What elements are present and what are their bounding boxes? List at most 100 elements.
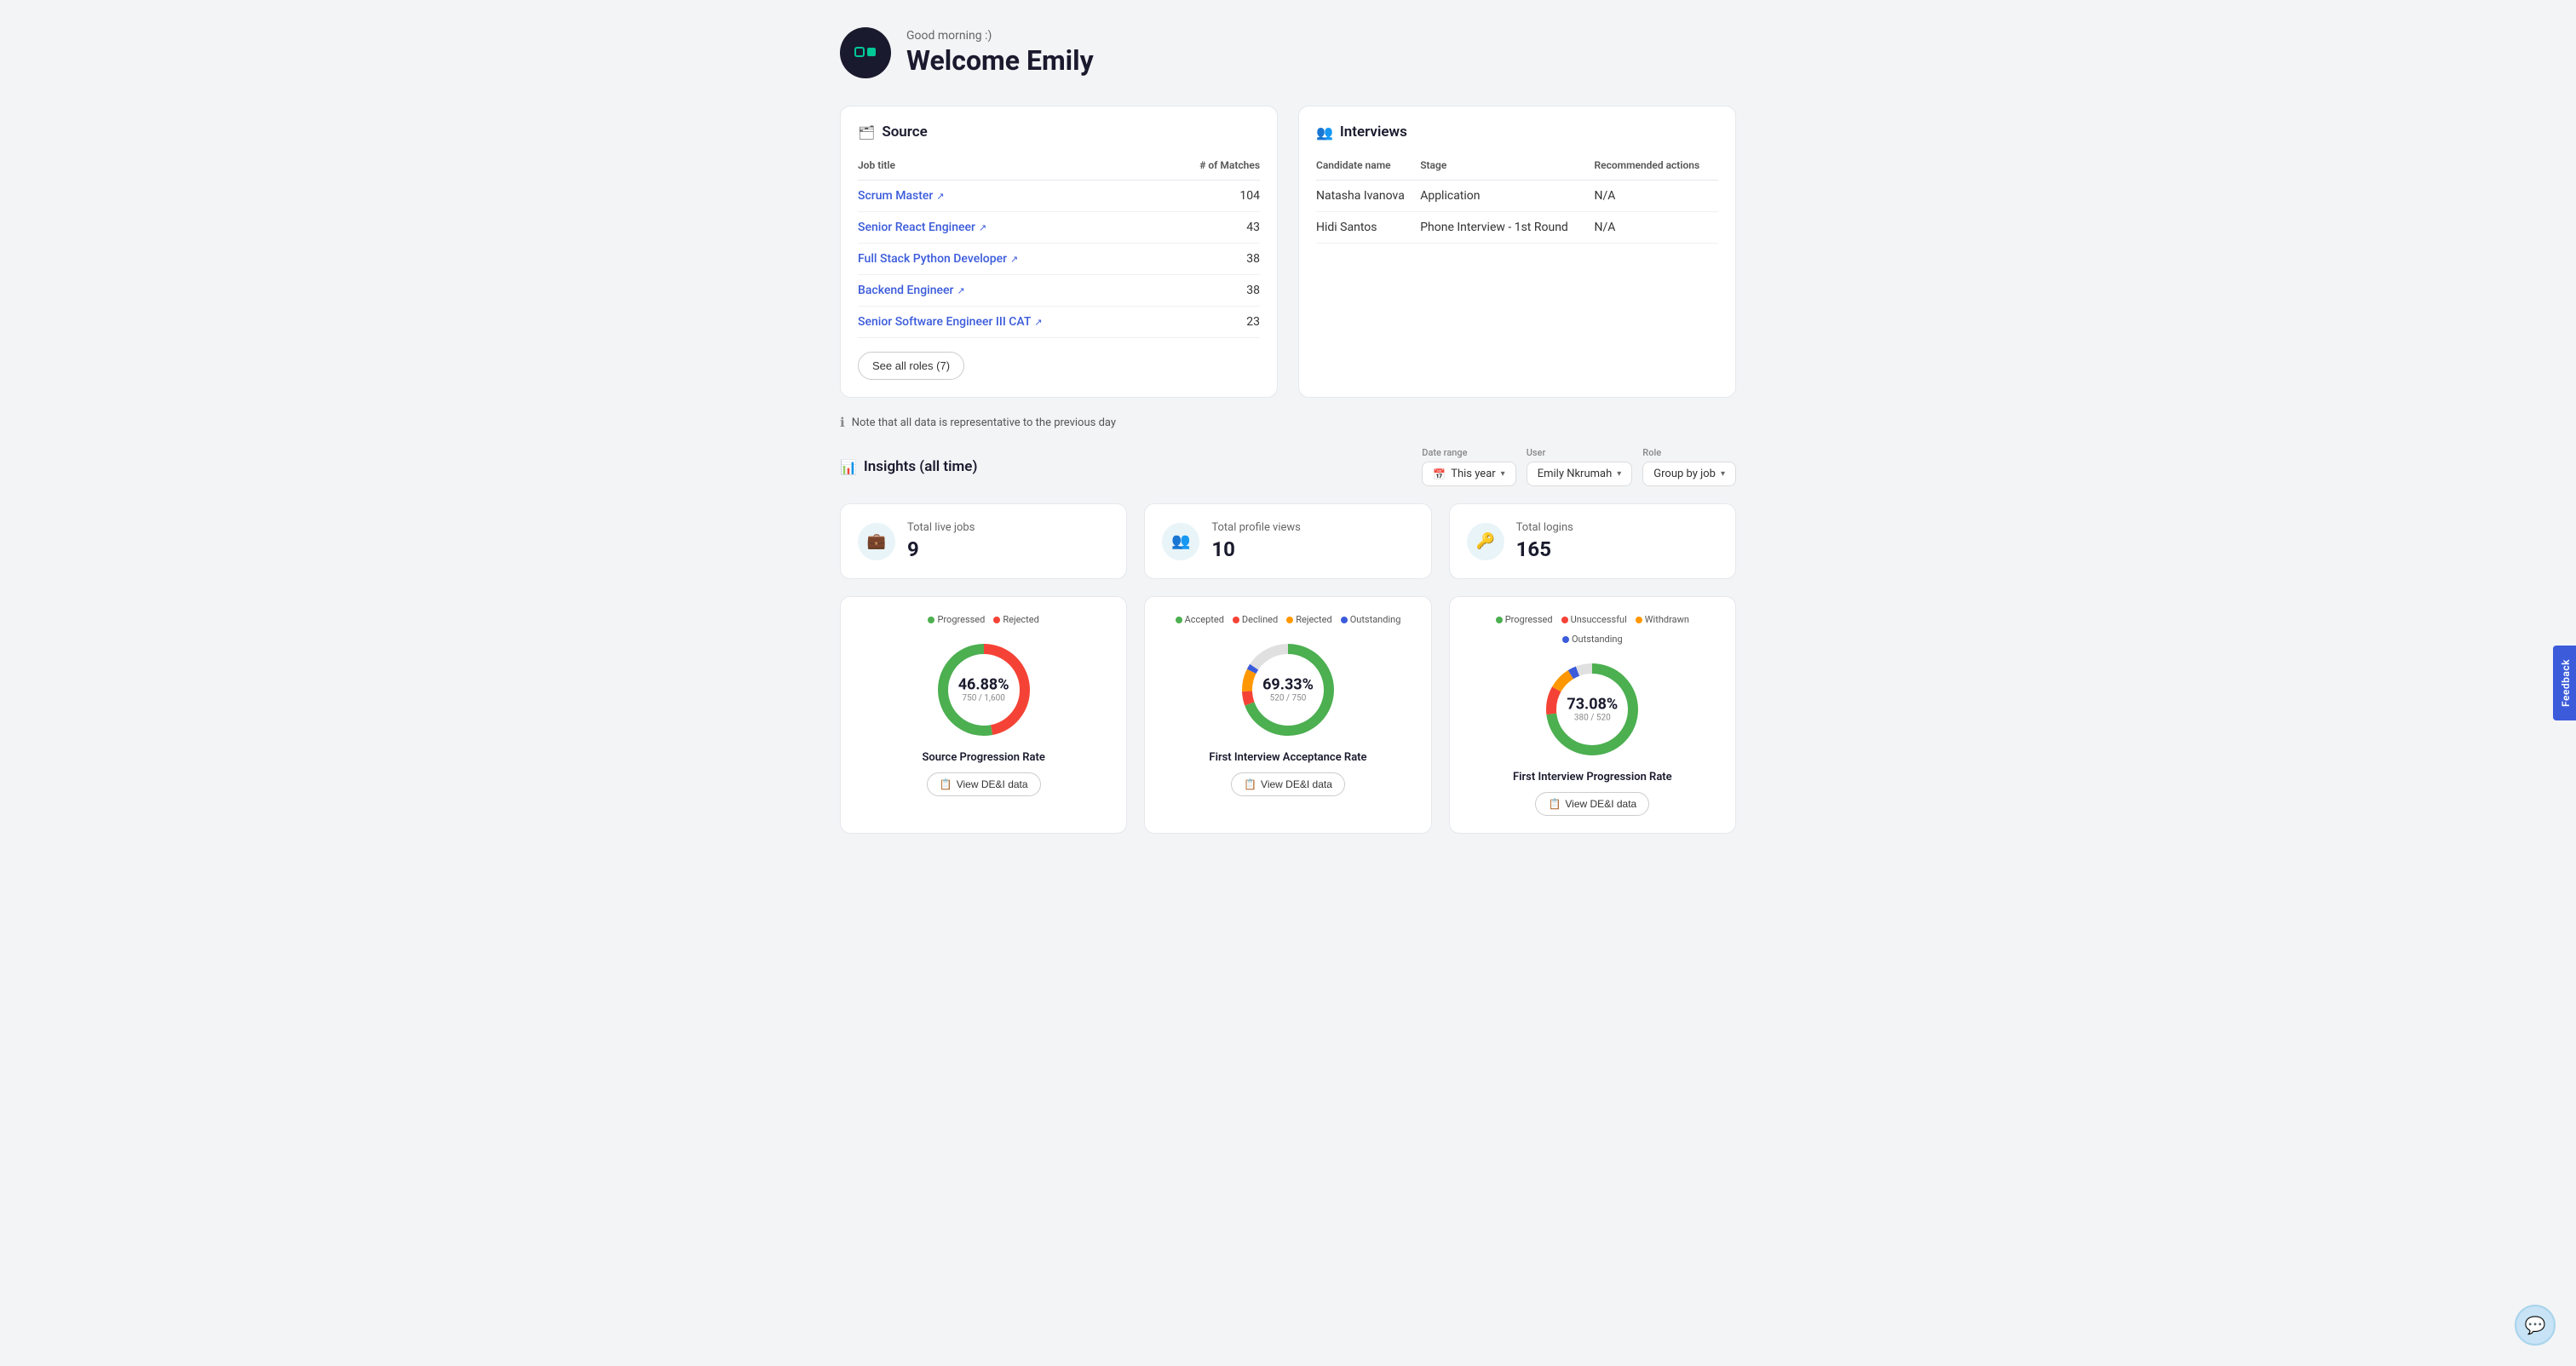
legend-item: Declined bbox=[1233, 614, 1278, 625]
user-select[interactable]: Emily Nkrumah ▾ bbox=[1527, 462, 1633, 486]
legend-item: Rejected bbox=[993, 614, 1038, 625]
legend-label: Accepted bbox=[1185, 614, 1224, 625]
stats-row: 💼 Total live jobs 9 👥 Total profile view… bbox=[840, 503, 1736, 579]
job-title-link[interactable]: Scrum Master ↗ bbox=[858, 189, 945, 203]
donut-center: 73.08% 380 / 520 bbox=[1567, 697, 1618, 723]
chart-legend: Accepted Declined Rejected Outstanding bbox=[1176, 614, 1401, 625]
table-icon: 📋 bbox=[940, 778, 952, 790]
role-value: Group by job bbox=[1653, 468, 1716, 480]
source-title: Source bbox=[882, 123, 927, 141]
int-col-action: Recommended actions bbox=[1595, 154, 1718, 181]
chat-icon: 💬 bbox=[2525, 1315, 2546, 1335]
external-link-icon: ↗ bbox=[936, 191, 944, 202]
stat-label: Total profile views bbox=[1211, 521, 1301, 534]
feedback-tab[interactable]: Feedback bbox=[2553, 646, 2576, 720]
legend-item: Rejected bbox=[1286, 614, 1331, 625]
header-text: Good morning :) Welcome Emily bbox=[906, 29, 1094, 77]
chart-title: First Interview Progression Rate bbox=[1513, 771, 1672, 783]
date-range-value: This year bbox=[1451, 468, 1495, 480]
insights-icon: 📊 bbox=[840, 459, 857, 475]
stat-value: 165 bbox=[1516, 537, 1573, 561]
legend-dot bbox=[1286, 617, 1293, 623]
external-link-icon: ↗ bbox=[1010, 254, 1018, 265]
legend-dot bbox=[928, 617, 934, 623]
interviews-icon: 👥 bbox=[1316, 124, 1333, 141]
legend-dot bbox=[1561, 617, 1568, 623]
candidate-name-cell: Hidi Santos bbox=[1316, 212, 1420, 244]
see-all-roles-button[interactable]: See all roles (7) bbox=[858, 352, 964, 380]
date-range-filter: Date range 📅 This year ▾ bbox=[1422, 447, 1515, 486]
donut-percentage: 73.08% bbox=[1567, 697, 1618, 714]
user-label: User bbox=[1527, 447, 1633, 458]
job-title-link[interactable]: Senior Software Engineer III CAT ↗ bbox=[858, 315, 1043, 329]
int-col-name: Candidate name bbox=[1316, 154, 1420, 181]
view-dei-data-button[interactable]: 📋 View DE&I data bbox=[1231, 772, 1345, 796]
legend-item: Unsuccessful bbox=[1561, 614, 1627, 625]
job-title-cell[interactable]: Senior React Engineer ↗ bbox=[858, 212, 1161, 244]
legend-label: Unsuccessful bbox=[1571, 614, 1627, 625]
source-col-job: Job title bbox=[858, 154, 1161, 181]
donut-chart: 73.08% 380 / 520 bbox=[1541, 658, 1643, 760]
job-title-link[interactable]: Senior React Engineer ↗ bbox=[858, 221, 986, 234]
table-row: Hidi Santos Phone Interview - 1st Round … bbox=[1316, 212, 1718, 244]
donut-percentage: 69.33% bbox=[1262, 677, 1314, 694]
view-dei-label: View DE&I data bbox=[1565, 798, 1636, 810]
legend-label: Declined bbox=[1242, 614, 1278, 625]
header: Good morning :) Welcome Emily bbox=[840, 27, 1736, 78]
candidate-name-cell: Natasha Ivanova bbox=[1316, 181, 1420, 212]
stat-card: 💼 Total live jobs 9 bbox=[840, 503, 1127, 579]
view-dei-data-button[interactable]: 📋 View DE&I data bbox=[1535, 792, 1649, 816]
table-icon: 📋 bbox=[1548, 798, 1561, 810]
view-dei-data-button[interactable]: 📋 View DE&I data bbox=[927, 772, 1041, 796]
matches-cell: 43 bbox=[1161, 212, 1260, 244]
role-filter: Role Group by job ▾ bbox=[1642, 447, 1736, 486]
job-title-cell[interactable]: Scrum Master ↗ bbox=[858, 181, 1161, 212]
logo bbox=[840, 27, 891, 78]
job-title-cell[interactable]: Senior Software Engineer III CAT ↗ bbox=[858, 307, 1161, 338]
legend-item: Progressed bbox=[928, 614, 985, 625]
donut-sub: 520 / 750 bbox=[1262, 693, 1314, 703]
legend-label: Withdrawn bbox=[1645, 614, 1689, 625]
donut-chart: 46.88% 750 / 1,600 bbox=[933, 639, 1035, 741]
legend-dot bbox=[1176, 617, 1182, 623]
interviews-header: 👥 Interviews bbox=[1316, 123, 1718, 141]
note-bar: ℹ Note that all data is representative t… bbox=[840, 415, 1736, 430]
table-row: Senior React Engineer ↗ 43 bbox=[858, 212, 1260, 244]
interviews-card: 👥 Interviews Candidate name Stage Recomm… bbox=[1298, 106, 1736, 398]
donut-center: 46.88% 750 / 1,600 bbox=[958, 677, 1009, 703]
donut-sub: 380 / 520 bbox=[1567, 713, 1618, 722]
chat-bubble[interactable]: 💬 bbox=[2515, 1305, 2556, 1346]
int-col-stage: Stage bbox=[1420, 154, 1594, 181]
legend-dot bbox=[1233, 617, 1239, 623]
greeting: Good morning :) bbox=[906, 29, 1094, 43]
job-title-link[interactable]: Full Stack Python Developer ↗ bbox=[858, 252, 1018, 266]
role-select[interactable]: Group by job ▾ bbox=[1642, 462, 1736, 486]
legend-item: Progressed bbox=[1496, 614, 1553, 625]
insights-header: 📊 Insights (all time) Date range 📅 This … bbox=[840, 447, 1736, 486]
chart-card: Accepted Declined Rejected Outstanding 6… bbox=[1144, 596, 1431, 834]
date-range-select[interactable]: 📅 This year ▾ bbox=[1422, 462, 1515, 486]
welcome-title: Welcome Emily bbox=[906, 44, 1094, 77]
note-text: Note that all data is representative to … bbox=[852, 416, 1116, 429]
table-row: Scrum Master ↗ 104 bbox=[858, 181, 1260, 212]
donut-sub: 750 / 1,600 bbox=[958, 693, 1009, 703]
legend-dot bbox=[1562, 636, 1569, 643]
legend-item: Accepted bbox=[1176, 614, 1224, 625]
job-title-cell[interactable]: Backend Engineer ↗ bbox=[858, 275, 1161, 307]
stat-card: 🔑 Total logins 165 bbox=[1449, 503, 1736, 579]
stage-cell: Phone Interview - 1st Round bbox=[1420, 212, 1594, 244]
table-row: Full Stack Python Developer ↗ 38 bbox=[858, 244, 1260, 275]
job-title-link[interactable]: Backend Engineer ↗ bbox=[858, 284, 965, 297]
stat-label: Total logins bbox=[1516, 521, 1573, 534]
source-table: Job title # of Matches Scrum Master ↗ 10… bbox=[858, 154, 1260, 338]
legend-item: Outstanding bbox=[1341, 614, 1401, 625]
external-link-icon: ↗ bbox=[1034, 317, 1042, 328]
interviews-table: Candidate name Stage Recommended actions… bbox=[1316, 154, 1718, 244]
chart-card: Progressed Rejected 46.88% 750 / 1,600 S… bbox=[840, 596, 1127, 834]
table-row: Senior Software Engineer III CAT ↗ 23 bbox=[858, 307, 1260, 338]
stat-icon: 💼 bbox=[858, 523, 895, 560]
legend-item: Withdrawn bbox=[1636, 614, 1689, 625]
job-title-cell[interactable]: Full Stack Python Developer ↗ bbox=[858, 244, 1161, 275]
legend-dot bbox=[993, 617, 1000, 623]
stat-info: Total live jobs 9 bbox=[907, 521, 975, 561]
